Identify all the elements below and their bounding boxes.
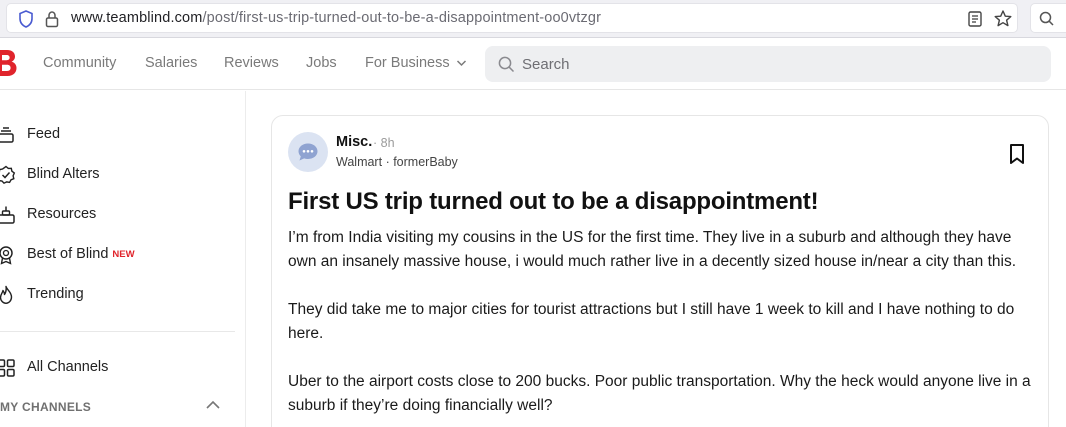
sidebar-item-label: Blind Alters xyxy=(27,166,100,182)
flame-icon xyxy=(0,285,13,304)
blind-logo-icon[interactable] xyxy=(0,48,18,78)
sidebar-item-label: All Channels xyxy=(27,359,109,375)
search-icon xyxy=(498,56,515,73)
sidebar-item-label: Feed xyxy=(27,126,61,142)
url-path: /post/first-us-trip-turned-out-to-be-a-d… xyxy=(202,10,602,26)
url-host: www.teamblind.com xyxy=(71,10,203,26)
nav-for-business-label: For Business xyxy=(365,55,450,71)
author-nickname: · formerBaby xyxy=(385,155,458,169)
site-search-bar[interactable] xyxy=(485,46,1051,82)
nav-reviews[interactable]: Reviews xyxy=(224,55,279,71)
post-time: · 8h xyxy=(373,136,395,150)
chevron-up-icon[interactable] xyxy=(205,400,221,410)
channel-name[interactable]: Misc. xyxy=(336,134,372,150)
search-icon xyxy=(1039,11,1054,26)
search-input[interactable] xyxy=(522,46,1022,82)
new-badge: NEW xyxy=(112,249,135,260)
nav-salaries[interactable]: Salaries xyxy=(145,55,197,71)
sidebar-item-label: Best of Blind NEW xyxy=(27,246,135,262)
sidebar-item-label: Resources xyxy=(27,206,97,222)
my-channels-heading: MY CHANNELS xyxy=(0,400,92,414)
chevron-down-icon xyxy=(456,60,466,67)
bookmark-star-icon[interactable] xyxy=(993,9,1013,29)
site-header: Community Salaries Reviews Jobs For Busi… xyxy=(0,38,1066,90)
author-info: Walmart · formerBaby xyxy=(336,155,458,169)
badge-check-icon xyxy=(0,165,16,185)
url-text[interactable]: www.teamblind.com/post/first-us-trip-tur… xyxy=(71,10,601,26)
post-title: First US trip turned out to be a disappo… xyxy=(288,188,819,215)
channel-avatar[interactable] xyxy=(288,132,328,172)
grid-icon xyxy=(0,359,15,377)
browser-search-box[interactable] xyxy=(1030,3,1066,33)
sidebar: Feed Blind Alters Resources Best of Blin… xyxy=(0,91,246,427)
chat-bubble-icon xyxy=(298,143,318,161)
author-company[interactable]: Walmart xyxy=(336,155,382,169)
post-card: Misc. · 8h Walmart · formerBaby First US… xyxy=(271,115,1049,427)
post-paragraph: They did take me to major cities for tou… xyxy=(288,301,1015,342)
feed-icon xyxy=(0,127,14,143)
browser-toolbar: www.teamblind.com/post/first-us-trip-tur… xyxy=(0,0,1066,38)
reader-view-icon[interactable] xyxy=(967,10,983,28)
post-body: I’m from India visiting my cousins in th… xyxy=(288,226,1038,427)
sidebar-divider xyxy=(0,331,235,332)
shield-icon[interactable] xyxy=(18,10,34,28)
nav-jobs[interactable]: Jobs xyxy=(306,55,337,71)
nav-community[interactable]: Community xyxy=(43,55,116,71)
nav-for-business[interactable]: For Business xyxy=(365,55,467,71)
resources-icon xyxy=(0,206,15,224)
award-icon xyxy=(0,246,13,265)
post-paragraph: Uber to the airport costs close to 200 b… xyxy=(288,373,1031,414)
address-bar[interactable]: www.teamblind.com/post/first-us-trip-tur… xyxy=(6,3,1018,33)
lock-icon[interactable] xyxy=(45,10,59,28)
bookmark-icon[interactable] xyxy=(1008,143,1026,165)
sidebar-item-label: Trending xyxy=(27,286,84,302)
sidebar-item-best-of-blind-text: Best of Blind xyxy=(27,246,109,262)
post-paragraph: I’m from India visiting my cousins in th… xyxy=(288,229,1017,270)
